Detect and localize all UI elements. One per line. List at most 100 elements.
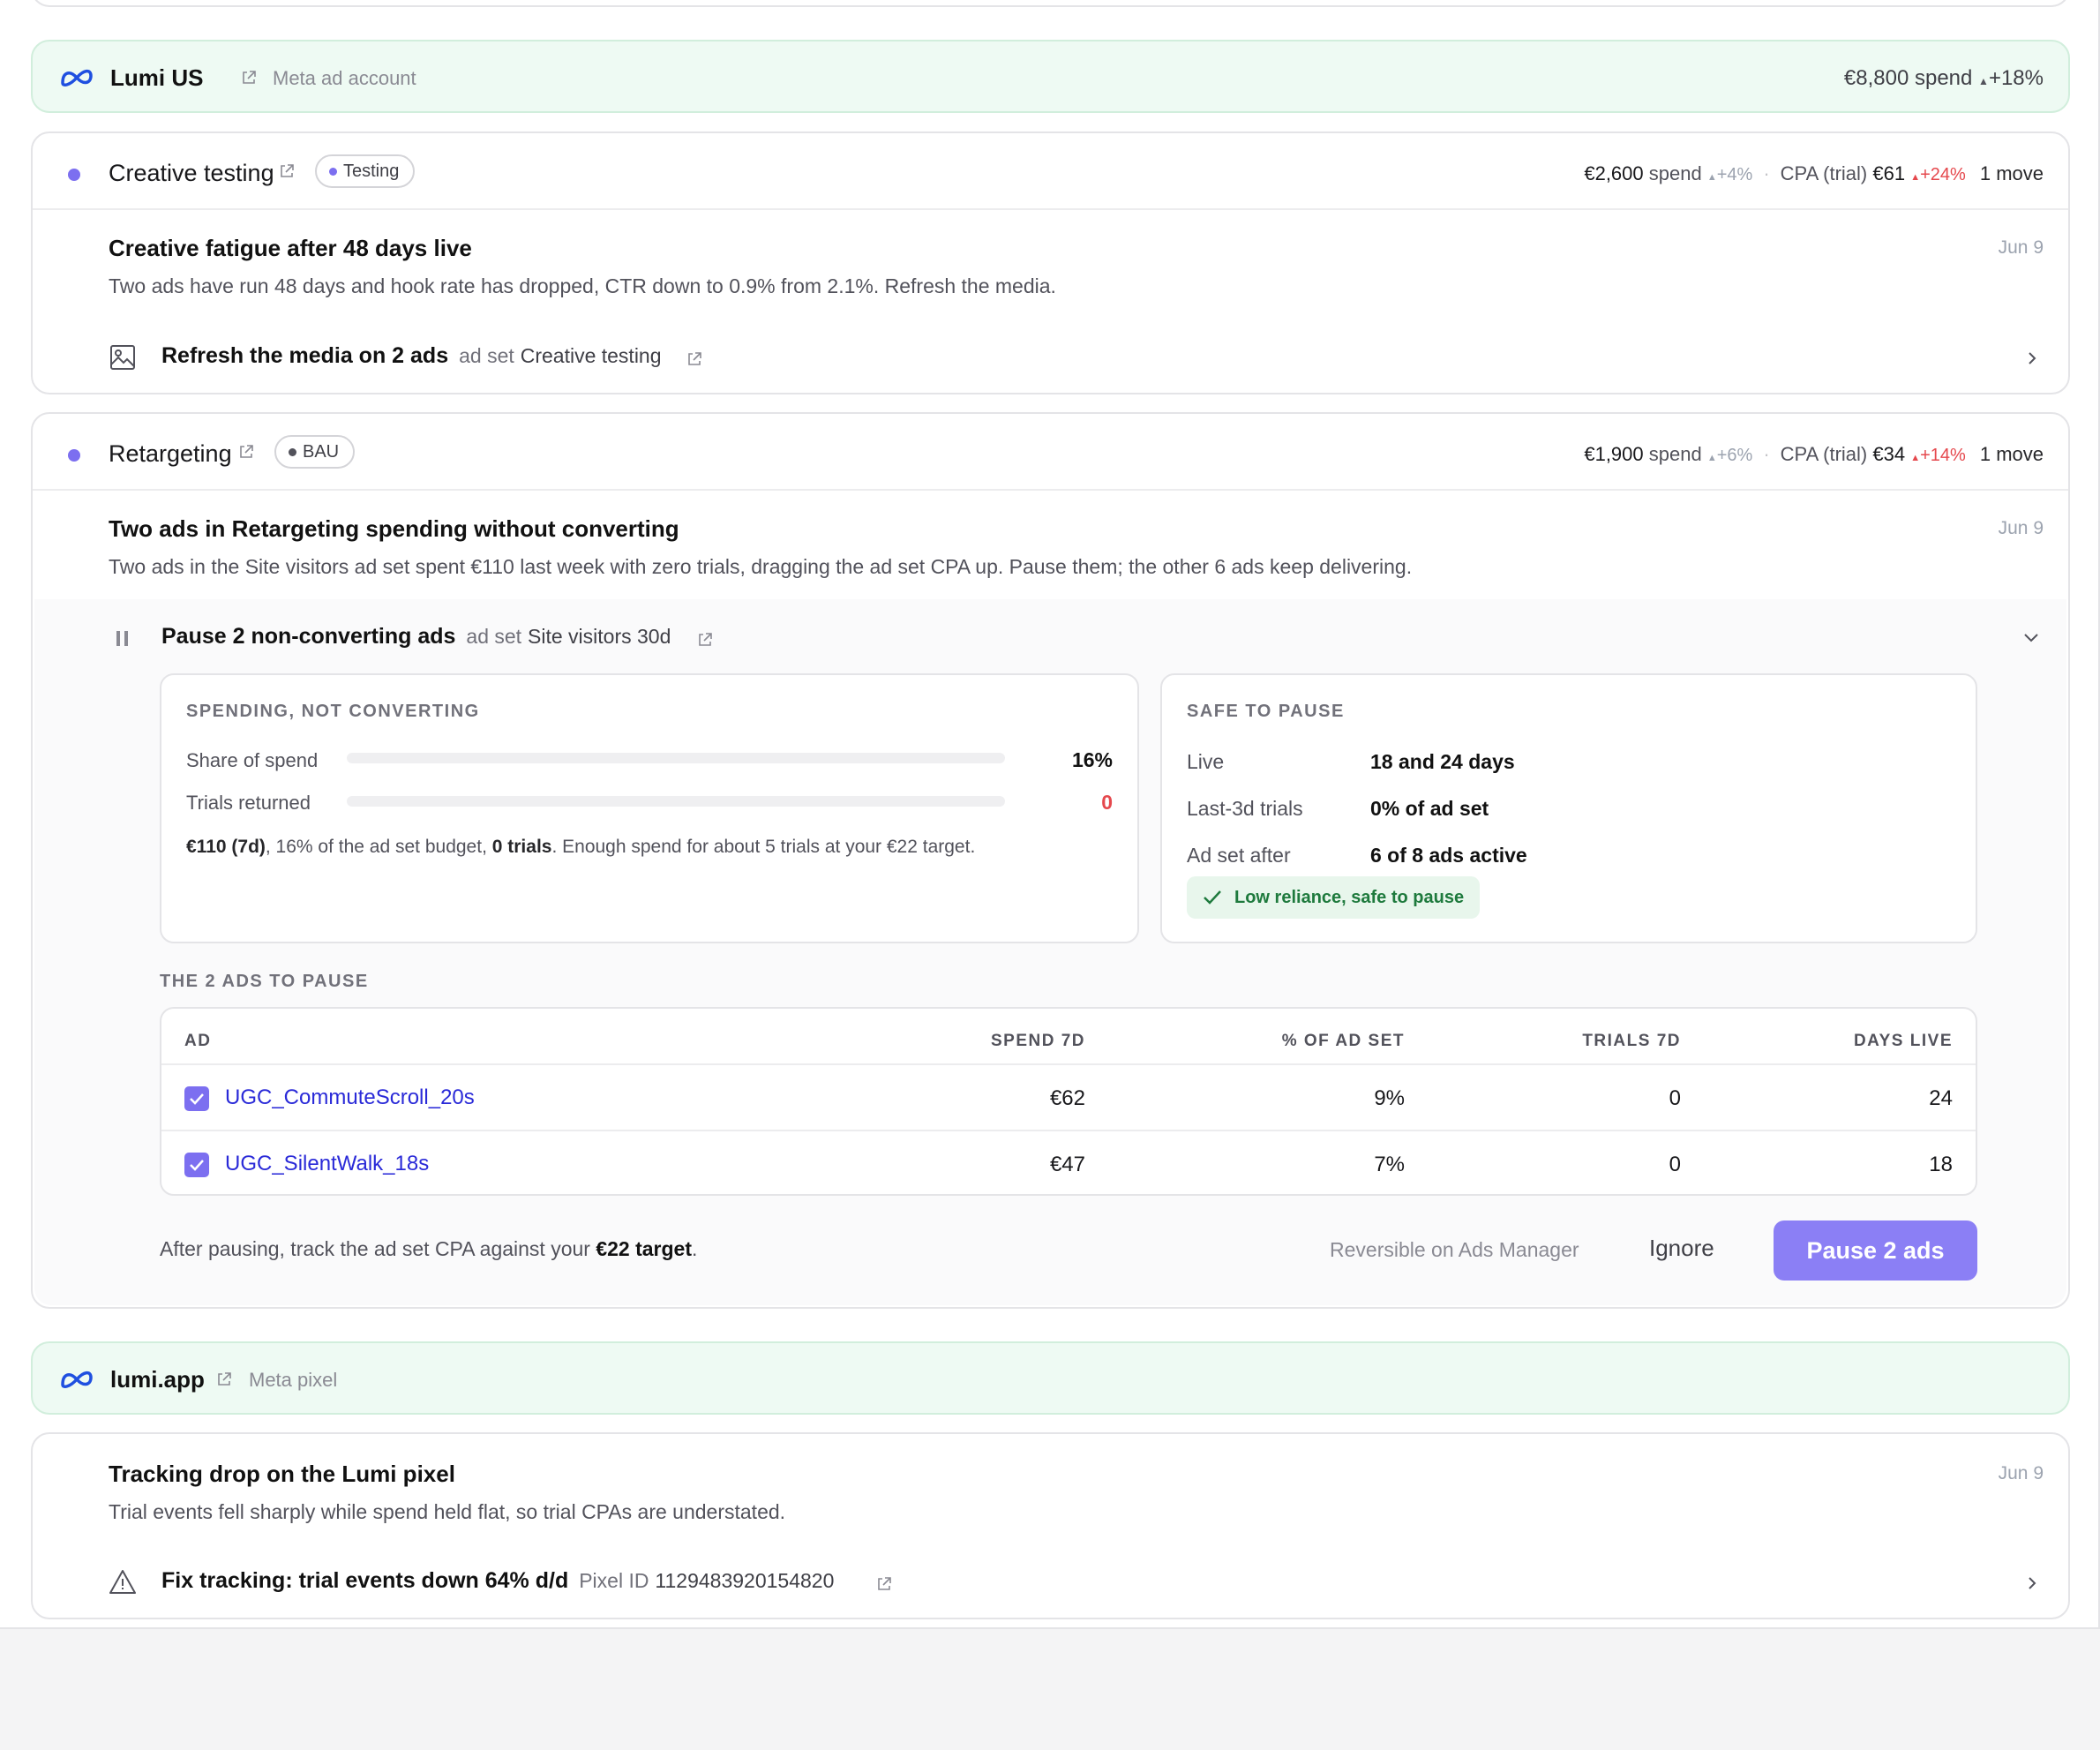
- trials-returned-bar: [347, 796, 1005, 807]
- insight-body: Two ads have run 48 days and hook rate h…: [109, 274, 1056, 297]
- trials-returned-label: Trials returned: [186, 792, 311, 814]
- external-link-icon[interactable]: [278, 162, 296, 180]
- account-name[interactable]: lumi.app: [110, 1366, 205, 1393]
- pause-ads-button[interactable]: Pause 2 ads: [1774, 1220, 1977, 1281]
- cell-pct: 9%: [1374, 1086, 1405, 1110]
- action-row-pause-ads[interactable]: Pause 2 non-converting ads ad set Site vi…: [33, 606, 2068, 673]
- cpa-delta: ▲+14%: [1910, 446, 1966, 465]
- previous-card-edge: [31, 0, 2070, 7]
- external-link-icon[interactable]: [875, 1575, 893, 1593]
- cell-days: 18: [1929, 1153, 1953, 1176]
- status-badge: BAU: [274, 435, 356, 469]
- spend-label: spend: [1648, 162, 1702, 184]
- panel-heading: SPENDING, NOT CONVERTING: [186, 702, 480, 721]
- action-sub: ad set: [459, 344, 514, 367]
- account-header-lumi-app[interactable]: lumi.app Meta pixel: [31, 1341, 2070, 1415]
- external-link-icon[interactable]: [240, 69, 258, 86]
- table-row: UGC_SilentWalk_18s €47 7% 0 18: [161, 1130, 1976, 1194]
- ad-link[interactable]: UGC_CommuteScroll_20s: [225, 1085, 475, 1110]
- last-3d-trials-label: Last-3d trials: [1187, 797, 1303, 820]
- action-target[interactable]: 1129483920154820: [655, 1569, 834, 1592]
- footer-note: After pausing, track the ad set CPA agai…: [160, 1237, 697, 1261]
- action-target[interactable]: Creative testing: [521, 344, 662, 367]
- insight-title: Creative fatigue after 48 days live: [109, 235, 472, 261]
- image-icon: [110, 345, 135, 370]
- table-row: UGC_CommuteScroll_20s €62 9% 0 24: [161, 1063, 1976, 1129]
- insight-title: Two ads in Retargeting spending without …: [109, 515, 679, 542]
- row-checkbox[interactable]: [184, 1086, 209, 1111]
- adset-name[interactable]: Retargeting: [109, 440, 232, 468]
- note-mid: , 16% of the ad set budget,: [265, 837, 492, 857]
- warning-icon: [109, 1570, 136, 1594]
- account-spend: €8,800 spend ▲+18%: [1844, 66, 2044, 91]
- insight-body: Two ads in the Site visitors ad set spen…: [109, 555, 1413, 578]
- action-text: Pause 2 non-converting ads: [161, 624, 456, 649]
- external-link-icon[interactable]: [237, 443, 255, 461]
- chevron-down-icon[interactable]: [2022, 629, 2040, 645]
- up-arrow-icon: ▲: [1978, 75, 1989, 87]
- page-sheet: Lumi US Meta ad account €8,800 spend ▲+1…: [0, 0, 2100, 1629]
- cell-spend: €62: [1049, 1086, 1085, 1110]
- account-name[interactable]: Lumi US: [110, 64, 203, 92]
- moves-count: 1 move: [1979, 162, 2044, 184]
- note-trials: 0 trials: [491, 837, 552, 857]
- note-spend: €110 (7d): [186, 837, 266, 857]
- cpa-delta-value: +14%: [1920, 446, 1966, 465]
- account-header-lumi-us[interactable]: Lumi US Meta ad account €8,800 spend ▲+1…: [31, 40, 2070, 113]
- share-of-spend-value: 16%: [1071, 748, 1113, 771]
- footer-target: €22 target: [596, 1237, 693, 1260]
- cpa-value: €61: [1872, 162, 1906, 184]
- check-icon: [1204, 890, 1221, 905]
- cpa-label: CPA (trial): [1780, 162, 1868, 184]
- column-header-spend: SPEND 7D: [990, 1032, 1085, 1050]
- action-row-refresh-media[interactable]: Refresh the media on 2 ads ad set Creativ…: [33, 326, 2068, 393]
- cell-trials: 0: [1669, 1086, 1681, 1110]
- last-3d-trials-value: 0% of ad set: [1370, 797, 1489, 820]
- action-text: Refresh the media on 2 ads: [161, 343, 449, 368]
- meta-logo-icon: [61, 69, 93, 86]
- chevron-right-icon[interactable]: [2024, 1575, 2040, 1591]
- separator: ·: [1763, 443, 1770, 465]
- column-header-ad: AD: [184, 1032, 212, 1050]
- account-spend-delta: +18%: [1988, 66, 2044, 90]
- share-of-spend-bar: [347, 753, 1005, 763]
- spend-delta-value: +6%: [1716, 446, 1753, 465]
- spend-value: €2,600: [1584, 162, 1644, 184]
- action-text: Fix tracking: trial events down 64% d/d: [161, 1568, 569, 1593]
- chevron-right-icon[interactable]: [2024, 350, 2040, 366]
- meta-logo-icon: [61, 1371, 93, 1388]
- cpa-label: CPA (trial): [1780, 443, 1868, 465]
- column-header-days: DAYS LIVE: [1853, 1032, 1953, 1050]
- spend-delta: ▲+6%: [1706, 446, 1753, 465]
- divider: [33, 208, 2068, 210]
- divider: [33, 489, 2068, 491]
- reversible-note: Reversible on Ads Manager: [1330, 1238, 1579, 1261]
- adset-name[interactable]: Creative testing: [109, 160, 274, 187]
- safe-verdict-text: Low reliance, safe to pause: [1234, 888, 1465, 907]
- live-value: 18 and 24 days: [1370, 750, 1515, 773]
- row-checkbox[interactable]: [184, 1153, 209, 1177]
- external-link-icon[interactable]: [215, 1371, 233, 1388]
- adset-metrics: €1,900 spend ▲+6% · CPA (trial) €34 ▲+14% 1…: [1584, 443, 2044, 466]
- account-spend-value: €8,800 spend: [1843, 66, 1973, 90]
- ignore-button[interactable]: Ignore: [1649, 1235, 1714, 1262]
- ad-link[interactable]: UGC_SilentWalk_18s: [225, 1152, 429, 1176]
- ads-to-pause-table: AD SPEND 7D % OF AD SET TRIALS 7D DAYS L…: [160, 1007, 1977, 1196]
- external-link-icon[interactable]: [686, 350, 703, 368]
- check-icon: [190, 1160, 204, 1171]
- separator: ·: [1763, 162, 1770, 184]
- adset-card-creative-testing: Creative testing Testing €2,600 spend ▲+…: [31, 131, 2070, 394]
- account-kind: Meta pixel: [249, 1369, 338, 1391]
- note-end: . Enough spend for about 5 trials at you…: [551, 837, 976, 857]
- insight-body: Trial events fell sharply while spend he…: [109, 1500, 786, 1523]
- action-row-fix-tracking[interactable]: Fix tracking: trial events down 64% d/d P…: [33, 1551, 2068, 1618]
- insight-date: Jun 9: [1998, 237, 2044, 258]
- column-header-pct: % OF AD SET: [1281, 1032, 1405, 1050]
- spending-panel: SPENDING, NOT CONVERTING Share of spend …: [160, 673, 1139, 943]
- status-dot: [68, 449, 80, 462]
- ad-set-after-value: 6 of 8 ads active: [1370, 844, 1527, 867]
- spend-label: spend: [1648, 443, 1702, 465]
- external-link-icon[interactable]: [696, 631, 714, 649]
- action-target[interactable]: Site visitors 30d: [528, 625, 671, 648]
- share-of-spend-label: Share of spend: [186, 749, 319, 771]
